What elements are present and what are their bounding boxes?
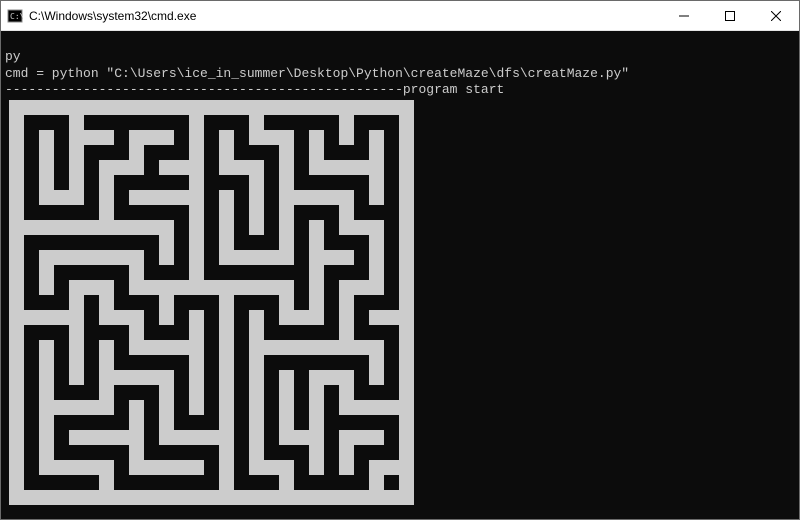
console-line-py: py — [5, 49, 21, 64]
cmd-icon: C:\ — [7, 8, 23, 24]
svg-text:C:\: C:\ — [10, 12, 23, 21]
maze-display — [9, 100, 795, 505]
maximize-button[interactable] — [707, 1, 753, 30]
titlebar[interactable]: C:\ C:\Windows\system32\cmd.exe — [1, 1, 799, 31]
window-controls — [661, 1, 799, 30]
window-title: C:\Windows\system32\cmd.exe — [29, 9, 661, 23]
console-output[interactable]: py cmd = python "C:\Users\ice_in_summer\… — [1, 31, 799, 519]
minimize-button[interactable] — [661, 1, 707, 30]
cmd-window: C:\ C:\Windows\system32\cmd.exe py cmd =… — [0, 0, 800, 520]
program-start-line: ----------------------------------------… — [5, 82, 504, 97]
close-button[interactable] — [753, 1, 799, 30]
console-line-cmd: cmd = python "C:\Users\ice_in_summer\Des… — [5, 66, 629, 81]
